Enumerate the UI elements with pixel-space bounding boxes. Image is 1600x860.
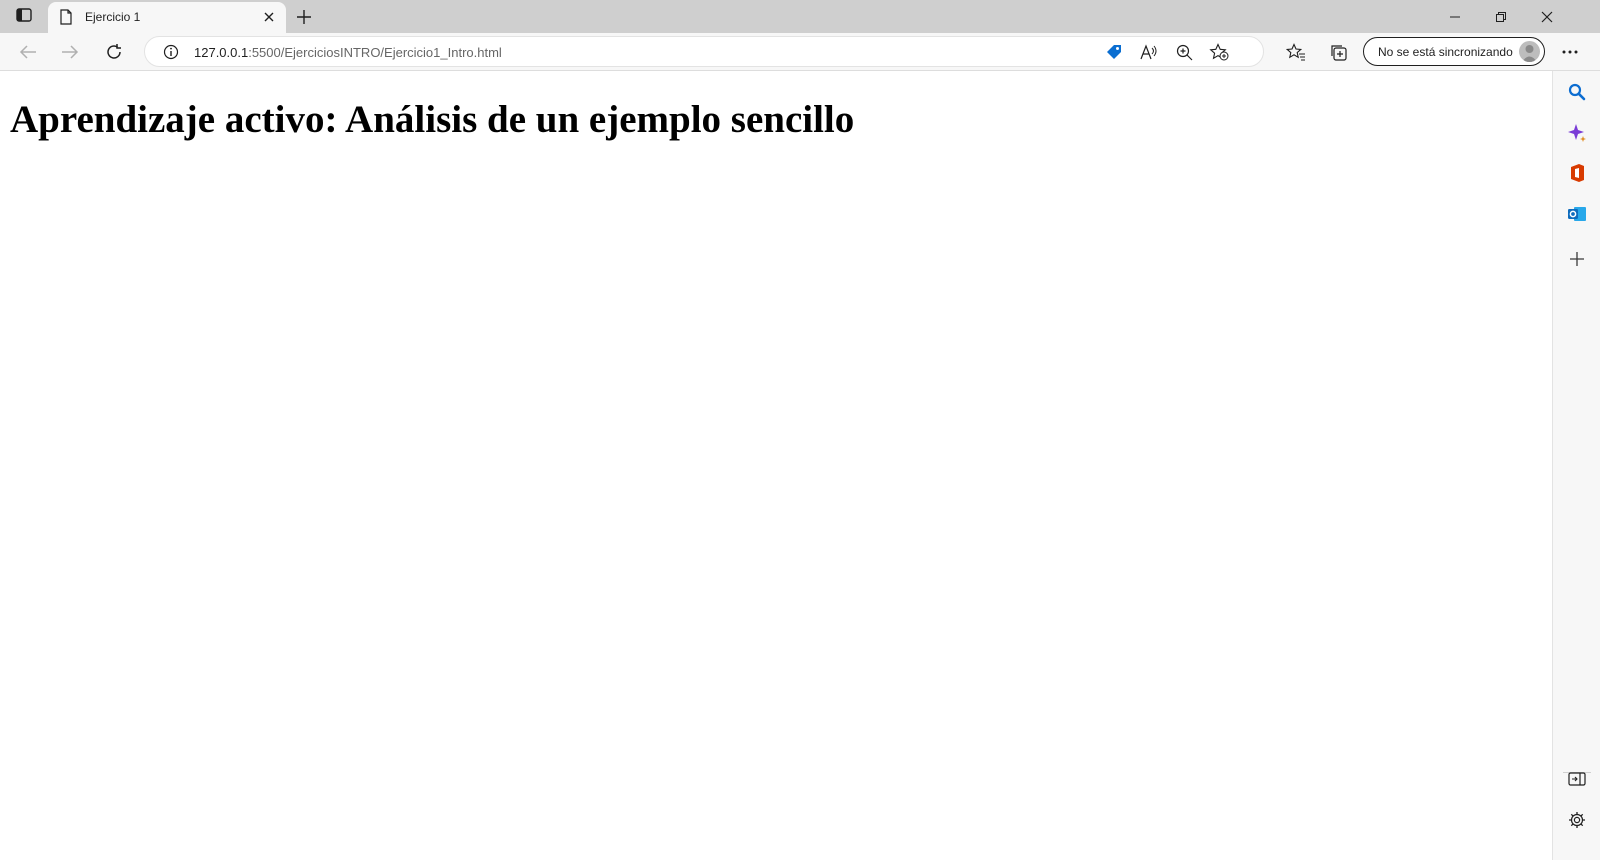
new-tab-button[interactable]: [292, 5, 316, 29]
read-aloud-icon[interactable]: [1138, 42, 1160, 62]
tab-title: Ejercicio 1: [85, 10, 141, 24]
close-window-button[interactable]: [1524, 0, 1570, 33]
document-icon: [60, 9, 74, 25]
plus-icon: [1570, 252, 1584, 266]
restore-icon: [1496, 11, 1506, 22]
arrow-right-icon: [62, 45, 79, 59]
refresh-button[interactable]: [100, 38, 128, 66]
sidebar-office-button[interactable]: [1565, 161, 1589, 185]
page-title: Aprendizaje activo: Análisis de un ejemp…: [10, 98, 855, 141]
url-path: :5500/EjerciciosINTRO/Ejercicio1_Intro.h…: [248, 45, 502, 60]
page-content: Aprendizaje activo: Análisis de un ejemp…: [0, 71, 1552, 860]
tab-actions-icon: [16, 7, 32, 27]
star-plus-icon[interactable]: [1208, 42, 1230, 62]
back-button[interactable]: [14, 38, 42, 66]
arrow-left-icon: [19, 45, 36, 59]
tag-icon[interactable]: [1103, 42, 1125, 62]
search-icon: [1568, 83, 1586, 101]
url-host: 127.0.0.1: [194, 45, 249, 60]
sidebar-hide-button[interactable]: [1565, 767, 1589, 791]
sidebar-search-button[interactable]: [1565, 80, 1589, 104]
profile-sync-button[interactable]: No se está sincronizando: [1363, 37, 1545, 66]
plus-icon: [297, 10, 311, 24]
restore-button[interactable]: [1478, 0, 1524, 33]
tab-active[interactable]: Ejercicio 1: [48, 2, 286, 33]
close-icon: [1541, 11, 1553, 22]
hide-sidebar-icon: [1568, 772, 1586, 786]
close-tab-button[interactable]: [260, 8, 278, 26]
refresh-icon: [107, 44, 121, 59]
more-button[interactable]: [1556, 38, 1584, 66]
more-icon: [1562, 50, 1578, 54]
sidebar-outlook-button[interactable]: [1565, 202, 1589, 226]
avatar: [1519, 41, 1540, 62]
sidebar-copilot-button[interactable]: [1565, 121, 1589, 145]
edge-sidebar: [1552, 71, 1600, 860]
office-icon: [1571, 164, 1584, 182]
outlook-icon: [1568, 207, 1586, 221]
url-text[interactable]: 127.0.0.1:5500/EjerciciosINTRO/Ejercicio…: [194, 45, 502, 60]
info-icon[interactable]: [163, 44, 179, 60]
minimize-button[interactable]: [1432, 0, 1478, 33]
close-icon: [264, 12, 274, 22]
copilot-icon: [1568, 124, 1586, 142]
minimize-icon: [1450, 16, 1460, 17]
favorites-button[interactable]: [1282, 38, 1310, 66]
tab-strip: Ejercicio 1: [0, 0, 1600, 33]
forward-button[interactable]: [56, 38, 84, 66]
favorites-icon: [1286, 43, 1305, 61]
address-bar[interactable]: 127.0.0.1:5500/EjerciciosINTRO/Ejercicio…: [144, 36, 1264, 67]
collections-button[interactable]: [1324, 38, 1352, 66]
tab-actions-button[interactable]: [6, 4, 42, 30]
sync-status-label: No se está sincronizando: [1378, 45, 1513, 59]
sidebar-settings-button[interactable]: [1565, 808, 1589, 832]
sidebar-add-button[interactable]: [1565, 247, 1589, 271]
gear-icon: [1569, 812, 1585, 828]
browser-toolbar: 127.0.0.1:5500/EjerciciosINTRO/Ejercicio…: [0, 33, 1600, 71]
zoom-icon[interactable]: [1173, 42, 1195, 62]
collections-icon: [1331, 45, 1347, 61]
